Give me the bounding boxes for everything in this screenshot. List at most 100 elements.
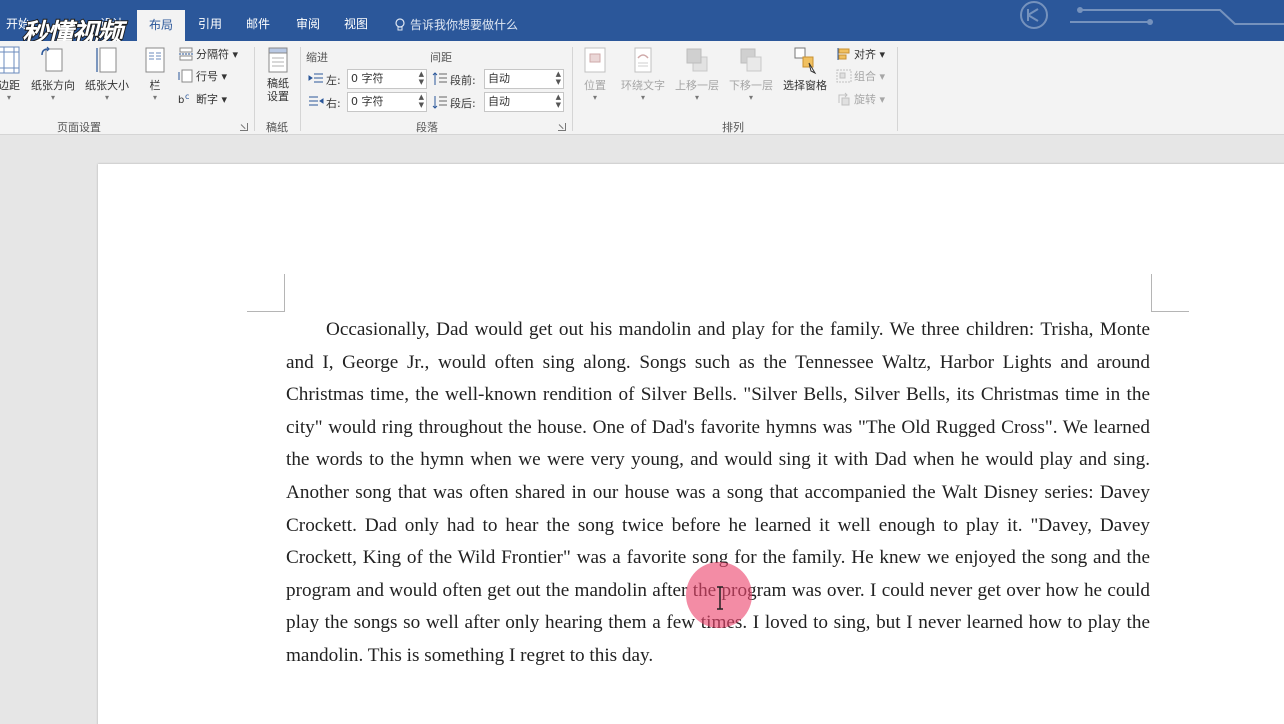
- group-label: 组合: [854, 70, 876, 83]
- size-label: 纸张大小: [85, 79, 129, 92]
- chevron-down-icon: ▾: [152, 93, 157, 102]
- spacing-before-input[interactable]: 自动 ▲ ▼: [484, 69, 564, 89]
- align-label: 对齐: [854, 48, 876, 61]
- svg-text:b: b: [178, 95, 184, 106]
- group-divider: [897, 47, 898, 131]
- position-label: 位置: [584, 79, 606, 92]
- group-divider: [300, 47, 301, 131]
- spacing-before-label: 段前:: [450, 74, 476, 87]
- spacing-after-label: 段后:: [450, 97, 476, 110]
- ribbon-tab-bar: 开始 设计 布局 引用 邮件 审阅 视图 告诉我你想要做什么: [0, 0, 1284, 41]
- hyphenation-icon: bc: [178, 92, 189, 106]
- orientation-label: 纸张方向: [31, 79, 75, 92]
- wrap-text-icon: [634, 47, 652, 73]
- rotate-button[interactable]: 旋转 ▾: [836, 90, 885, 110]
- send-backward-icon: [740, 48, 762, 72]
- rotate-label: 旋转: [854, 93, 876, 106]
- draft-paper-icon: [268, 47, 288, 73]
- arrange-group-label: 排列: [722, 121, 744, 134]
- chevron-down-icon: ▾: [694, 93, 699, 102]
- send-backward-label: 下移一层: [729, 79, 773, 92]
- spacing-after-icon: [432, 96, 447, 109]
- position-button[interactable]: 位置 ▾: [578, 45, 612, 102]
- hyphenation-button[interactable]: b c 断字 ▾: [178, 90, 227, 110]
- group-objects-icon: [836, 69, 852, 83]
- hyphenation-label: 断字: [196, 93, 218, 106]
- indent-left-input[interactable]: 0 字符 ▲ ▼: [347, 69, 427, 89]
- paragraph-group-label: 段落: [416, 121, 438, 134]
- paragraph-launcher[interactable]: [558, 123, 566, 131]
- rotate-icon: [838, 92, 850, 106]
- tab-review[interactable]: 审阅: [290, 0, 326, 41]
- indent-right-input[interactable]: 0 字符 ▲ ▼: [347, 92, 427, 112]
- margins-label: 边距: [0, 79, 20, 92]
- line-numbers-button[interactable]: 行号 ▾: [178, 67, 227, 87]
- selection-pane-button[interactable]: 选择窗格: [780, 45, 830, 93]
- columns-button[interactable]: 栏 ▾: [140, 45, 170, 102]
- draft-group-label: 稿纸: [266, 121, 288, 134]
- spinner-arrows-icon[interactable]: ▲ ▼: [556, 70, 561, 86]
- breaks-icon: [179, 47, 193, 61]
- group-divider: [572, 47, 573, 131]
- page-setup-launcher[interactable]: [240, 123, 248, 131]
- wrap-text-button[interactable]: 环绕文字 ▾: [616, 45, 670, 102]
- position-icon: [584, 47, 606, 73]
- line-numbers-icon: [178, 69, 193, 83]
- align-icon: [837, 48, 850, 60]
- bring-forward-button[interactable]: 上移一层 ▾: [670, 45, 724, 102]
- margins-button[interactable]: 边距 ▾: [0, 45, 26, 102]
- indent-left-icon: [308, 73, 323, 83]
- indent-right-icon: [309, 96, 324, 106]
- crop-mark-top-left: [247, 274, 285, 312]
- send-backward-button[interactable]: 下移一层 ▾: [724, 45, 778, 102]
- spinner-arrows-icon[interactable]: ▲ ▼: [556, 93, 561, 109]
- bring-forward-label: 上移一层: [675, 79, 719, 92]
- draft-settings-button[interactable]: 稿纸 设置: [260, 45, 296, 103]
- size-button[interactable]: 纸张大小 ▾: [82, 45, 132, 102]
- spacing-before-icon: [432, 72, 447, 85]
- selection-pane-label: 选择窗格: [783, 79, 827, 92]
- draft-settings-label-1: 稿纸: [267, 77, 289, 90]
- breaks-button[interactable]: 分隔符 ▾: [178, 45, 238, 65]
- orientation-icon: [41, 46, 63, 72]
- wrap-text-label: 环绕文字: [621, 79, 665, 92]
- columns-label: 栏: [149, 79, 161, 92]
- lightbulb-icon: [395, 18, 405, 31]
- tab-references[interactable]: 引用: [192, 0, 228, 41]
- spacing-before-value: 自动: [488, 72, 510, 85]
- chevron-down-icon: ▾: [748, 93, 753, 102]
- text-cursor-icon: [717, 586, 723, 610]
- tab-view[interactable]: 视图: [338, 0, 374, 41]
- group-button[interactable]: 组合 ▾: [836, 67, 885, 87]
- circuit-decoration: [1020, 1, 1284, 29]
- indent-right-value: 0 字符: [351, 95, 384, 108]
- spinner-arrows-icon[interactable]: ▲ ▼: [419, 70, 424, 86]
- line-numbers-label: 行号: [196, 70, 218, 83]
- chevron-down-icon: ▾: [6, 93, 11, 102]
- page-size-icon: [96, 47, 117, 73]
- chevron-down-icon: ▾: [50, 93, 55, 102]
- margins-icon: [0, 46, 20, 74]
- indent-left-label: 左:: [326, 74, 341, 87]
- spinner-arrows-icon[interactable]: ▲ ▼: [419, 93, 424, 109]
- page-setup-group-label: 页面设置: [57, 121, 101, 134]
- group-divider: [254, 47, 255, 131]
- align-button[interactable]: 对齐 ▾: [836, 45, 885, 65]
- chevron-down-icon: ▾: [104, 93, 109, 102]
- tell-me-search[interactable]: 告诉我你想要做什么: [394, 16, 518, 33]
- spacing-after-input[interactable]: 自动 ▲ ▼: [484, 92, 564, 112]
- draft-settings-label-2: 设置: [267, 90, 289, 103]
- columns-icon: [145, 47, 165, 73]
- ribbon: 边距 ▾ 纸张方向 ▾ 纸张大小 ▾ 栏 ▾ 分隔符 ▾ 行号 ▾ b c 断字 ▾…: [0, 41, 1284, 135]
- bring-forward-icon: [686, 48, 708, 72]
- tab-mailings[interactable]: 邮件: [240, 0, 276, 41]
- indent-header: 缩进: [306, 51, 328, 64]
- spacing-header: 间距: [430, 51, 452, 64]
- crop-mark-top-right: [1151, 274, 1189, 312]
- spacing-after-value: 自动: [488, 95, 510, 108]
- tell-me-text: 告诉我你想要做什么: [410, 18, 519, 32]
- orientation-button[interactable]: 纸张方向 ▾: [28, 45, 78, 102]
- indent-left-value: 0 字符: [351, 72, 384, 85]
- chevron-down-icon: ▾: [640, 93, 645, 102]
- selection-pane-icon: [794, 47, 817, 75]
